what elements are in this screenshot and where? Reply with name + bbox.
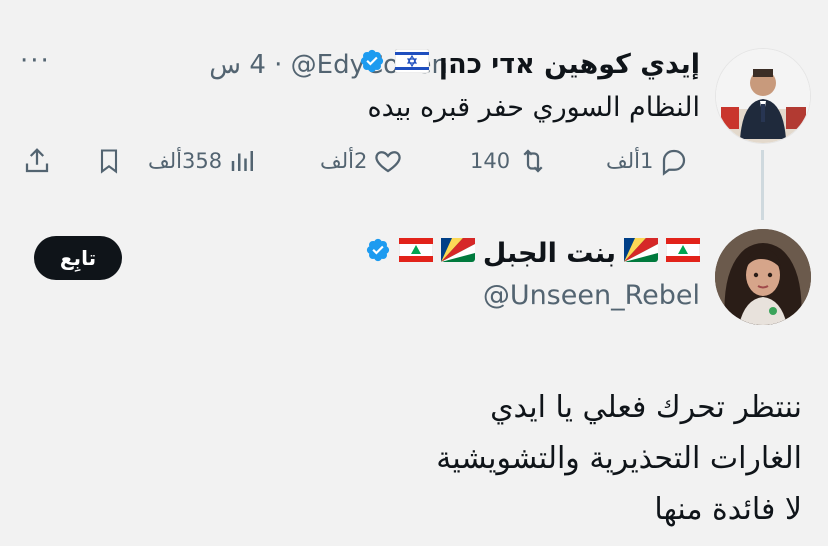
likes-count: 2ألف xyxy=(320,149,368,173)
reply-author-handle: @Unseen_Rebel xyxy=(482,280,700,311)
share-button[interactable] xyxy=(22,146,52,176)
replies-count: 1ألف xyxy=(606,149,654,173)
parent-author-name: إيدي كوهين אדי כהן xyxy=(438,49,700,80)
reply-tweet-text: ننتظر تحرك فعلي يا ايدي الغارات التحذيري… xyxy=(436,382,802,535)
verified-badge-icon xyxy=(365,237,391,270)
more-options-icon[interactable]: ··· xyxy=(20,46,51,76)
reply-author-name: بنت الجبل xyxy=(482,238,616,269)
parent-author-avatar[interactable] xyxy=(715,48,811,144)
bookmark-icon xyxy=(95,146,123,176)
israel-flag-icon xyxy=(394,48,430,80)
seychelles-flag-icon xyxy=(624,238,658,269)
parent-author-name-row[interactable]: إيدي كوهين אדי כהן xyxy=(359,48,700,81)
reply-text-line: الغارات التحذيرية والتشويشية xyxy=(436,441,802,476)
avatar-photo-icon xyxy=(716,49,810,143)
seychelles-flag-icon xyxy=(440,238,475,269)
meta-separator: · xyxy=(274,50,283,80)
retweets-count: 140 xyxy=(470,149,511,173)
views-chart-icon xyxy=(228,146,258,176)
tweet-time[interactable]: 4 س xyxy=(209,50,266,80)
reply-text-line: لا فائدة منها xyxy=(654,492,802,527)
lebanon-flag-icon xyxy=(665,237,701,269)
share-icon xyxy=(22,146,52,176)
reply-bubble-icon xyxy=(659,146,689,176)
heart-icon xyxy=(373,146,403,176)
retweet-icon xyxy=(516,146,550,176)
reply-text-line: ننتظر تحرك فعلي يا ايدي xyxy=(490,390,802,425)
retweet-button[interactable]: 140 xyxy=(470,146,550,176)
reply-author-avatar[interactable] xyxy=(715,229,811,325)
thread-connector-line xyxy=(761,150,764,220)
avatar-illustration-icon xyxy=(715,229,811,325)
views-button[interactable]: 358ألف xyxy=(148,146,258,176)
reply-author-name-row[interactable]: بنت الجبل xyxy=(365,237,701,270)
reply-button[interactable]: 1ألف xyxy=(606,146,689,176)
verified-badge-icon xyxy=(359,48,385,81)
follow-button[interactable]: تابِع xyxy=(34,236,122,280)
parent-tweet-text: النظام السوري حفر قبره بيده xyxy=(367,92,700,123)
bookmark-button[interactable] xyxy=(95,146,123,176)
like-button[interactable]: 2ألف xyxy=(320,146,403,176)
views-count: 358ألف xyxy=(148,149,223,173)
lebanon-flag-icon xyxy=(398,237,434,269)
